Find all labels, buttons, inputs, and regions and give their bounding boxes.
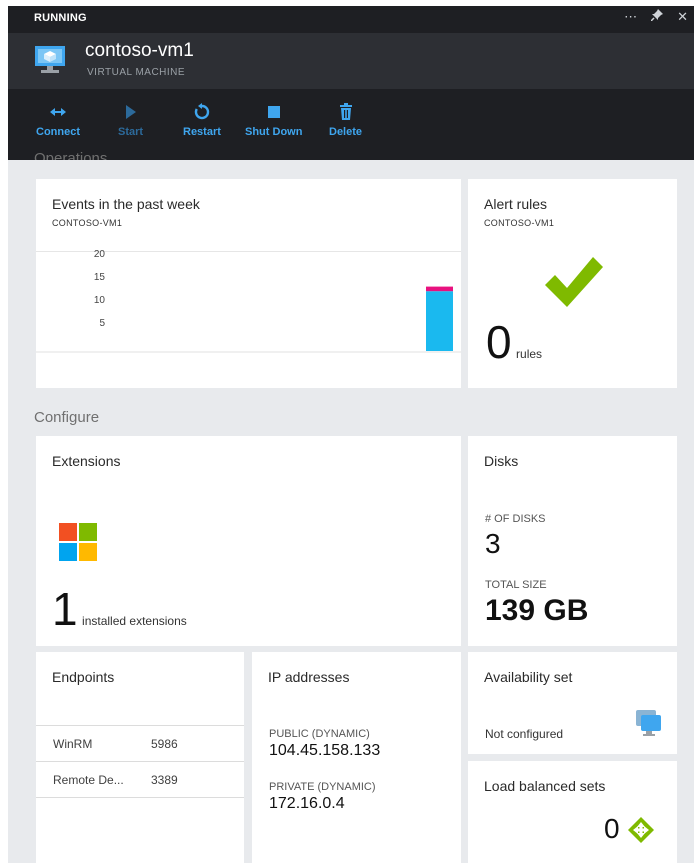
play-icon [118, 103, 143, 121]
title-row: contoso-vm1 VIRTUAL MACHINE [8, 33, 694, 89]
endpoint-row[interactable]: WinRM 5986 [36, 726, 244, 762]
delete-label: Delete [329, 126, 363, 138]
disks-tile[interactable]: Disks # OF DISKS 3 TOTAL SIZE 139 GB [468, 436, 677, 646]
pin-icon[interactable] [650, 9, 664, 25]
extensions-count-group: 1 installed extensions [52, 582, 187, 636]
endpoints-title: Endpoints [52, 669, 115, 685]
restart-label: Restart [183, 126, 221, 138]
alert-count-group: 0 rules [486, 315, 542, 369]
events-tile[interactable]: Events in the past week CONTOSO-VM1 20 15… [36, 179, 461, 388]
virtual-machine-icon [35, 44, 65, 81]
y-tick-label: 5 [99, 318, 105, 329]
checkmark-icon [543, 255, 605, 314]
start-button[interactable]: Start [118, 103, 143, 138]
close-icon[interactable]: ✕ [677, 9, 688, 25]
page-subtitle: VIRTUAL MACHINE [87, 67, 186, 78]
availability-set-tile[interactable]: Availability set Not configured [468, 652, 677, 754]
command-bar: Connect Start Restart Shut Down Delete [8, 89, 694, 160]
y-tick-label: 20 [94, 249, 106, 260]
endpoints-tile[interactable]: Endpoints WinRM 5986 Remote De... 3389 [36, 652, 244, 863]
y-tick-label: 15 [94, 272, 106, 283]
private-ip-value: 172.16.0.4 [269, 795, 345, 812]
connect-icon [36, 103, 80, 121]
operations-heading: Operations [34, 150, 108, 160]
events-chart: 20 15 10 5 [36, 249, 461, 353]
connect-label: Connect [36, 126, 80, 138]
load-balanced-sets-tile[interactable]: Load balanced sets 0 [468, 761, 677, 863]
disk-size: 139 GB [485, 594, 589, 627]
endpoint-port: 5986 [151, 737, 178, 751]
extensions-tile[interactable]: Extensions 1 installed extensions [36, 436, 461, 646]
lb-title: Load balanced sets [484, 778, 606, 794]
configure-heading: Configure [34, 409, 100, 426]
private-ip-label: PRIVATE (DYNAMIC) [269, 781, 376, 793]
restart-button[interactable]: Restart [183, 103, 221, 138]
alert-unit: rules [516, 347, 543, 361]
availability-set-icon [634, 710, 662, 743]
extensions-count: 1 [52, 583, 78, 635]
stop-icon [245, 103, 302, 121]
alert-subtitle: CONTOSO-VM1 [484, 218, 555, 228]
y-tick-label: 10 [94, 295, 106, 306]
connect-button[interactable]: Connect [36, 103, 80, 138]
windows-logo-icon [59, 523, 97, 566]
endpoint-port: 3389 [151, 773, 178, 787]
delete-button[interactable]: Delete [329, 103, 362, 138]
more-icon[interactable]: ⋯ [624, 9, 637, 25]
alert-title: Alert rules [484, 196, 548, 212]
extensions-title: Extensions [52, 453, 121, 469]
availability-value: Not configured [485, 727, 564, 741]
disks-title: Disks [484, 453, 519, 469]
events-bar-info[interactable] [426, 291, 453, 351]
ip-addresses-tile[interactable]: IP addresses PUBLIC (DYNAMIC) 104.45.158… [252, 652, 461, 863]
start-label: Start [118, 126, 144, 138]
disk-count: 3 [485, 528, 501, 559]
load-balancer-icon [628, 817, 654, 848]
blade-header: RUNNING ⋯ ✕ contoso-vm1 VIRTUAL MACHINE … [8, 6, 694, 160]
endpoint-name: Remote De... [53, 773, 124, 787]
endpoint-row[interactable]: Remote De... 3389 [36, 762, 244, 798]
public-ip-label: PUBLIC (DYNAMIC) [269, 728, 370, 740]
lb-count: 0 [604, 813, 620, 844]
endpoint-name: WinRM [53, 737, 93, 751]
extensions-unit: installed extensions [82, 614, 187, 628]
restart-icon [183, 103, 221, 121]
vm-blade: RUNNING ⋯ ✕ contoso-vm1 VIRTUAL MACHINE … [8, 6, 694, 863]
events-bar-error[interactable] [426, 286, 453, 292]
trash-icon [329, 103, 362, 121]
page-title: contoso-vm1 [85, 40, 194, 61]
shut-down-button[interactable]: Shut Down [245, 103, 302, 138]
public-ip-value: 104.45.158.133 [269, 742, 381, 759]
alert-count: 0 [486, 316, 512, 368]
status-label: RUNNING [34, 12, 87, 24]
disk-count-label: # OF DISKS [485, 513, 546, 525]
window-controls: ⋯ ✕ [624, 9, 688, 25]
disk-size-label: TOTAL SIZE [485, 579, 547, 591]
ip-title: IP addresses [268, 669, 350, 685]
alert-rules-tile[interactable]: Alert rules CONTOSO-VM1 0 rules [468, 179, 677, 388]
shut-down-label: Shut Down [245, 126, 303, 138]
availability-title: Availability set [484, 669, 573, 685]
